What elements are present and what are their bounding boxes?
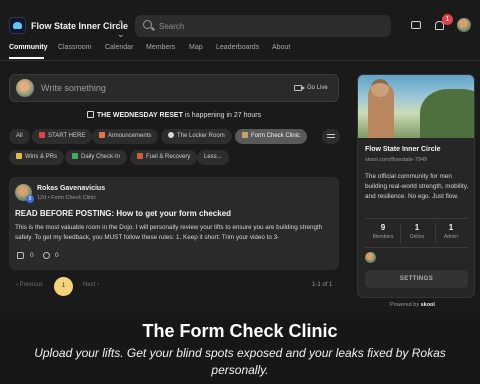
- active-tab-indicator: [9, 57, 44, 59]
- chip-label: The Locker Room: [177, 133, 225, 139]
- top-bar: Flow State Inner Circle ⌃⌄ 1: [0, 0, 480, 40]
- community-logo[interactable]: [9, 17, 26, 34]
- community-description: The official community for men building …: [365, 173, 469, 200]
- avatar[interactable]: [365, 252, 376, 263]
- post-composer[interactable]: Write something Go Live: [9, 74, 339, 102]
- divider: [0, 60, 480, 61]
- powered-by-text: Powered by: [390, 302, 420, 308]
- event-banner[interactable]: THE WEDNESDAY RESET is happening in 27 h…: [0, 111, 348, 119]
- skool-logo[interactable]: skool: [421, 302, 435, 308]
- community-name[interactable]: Flow State Inner Circle: [31, 21, 128, 31]
- nav-tabs: Community Classroom Calendar Members Map…: [0, 40, 480, 60]
- members-label: Members: [372, 234, 394, 240]
- divider: [365, 247, 469, 248]
- community-cover-image: [358, 75, 474, 138]
- category-less-toggle[interactable]: Less...: [197, 150, 229, 165]
- chip-label: Announcements: [108, 133, 152, 139]
- online-label: Online: [409, 234, 425, 240]
- caption-subtitle: Upload your lifts. Get your blind spots …: [34, 346, 446, 377]
- page-1-button[interactable]: 1: [54, 277, 73, 296]
- event-name[interactable]: THE WEDNESDAY RESET: [97, 112, 183, 119]
- post-body: This is the most valuable room in the Do…: [15, 224, 323, 241]
- tab-classroom[interactable]: Classroom: [58, 44, 91, 51]
- search-icon: [143, 20, 152, 29]
- notification-badge: 1: [442, 14, 453, 25]
- powered-by[interactable]: Powered by skool: [390, 302, 435, 308]
- thumbs-up-icon[interactable]: [17, 252, 24, 259]
- category-wins-prs[interactable]: Wins & PRs: [9, 150, 65, 165]
- category-form-check-clinic[interactable]: Form Check Clinic: [235, 129, 308, 144]
- caption-title: The Form Check Clinic: [142, 321, 338, 341]
- level-badge: 8: [26, 195, 34, 203]
- community-url[interactable]: skool.com/flowstate-7949: [365, 157, 427, 163]
- pagination-count: 1-1 of 1: [312, 282, 333, 288]
- clipboard-icon: [242, 132, 248, 138]
- online-count[interactable]: 1: [399, 223, 435, 232]
- go-live-button[interactable]: Go Live: [307, 85, 328, 91]
- switch-community-chevron-icon[interactable]: ⌃ ⌄: [117, 19, 125, 39]
- filter-settings-icon[interactable]: [322, 129, 340, 144]
- speech-bubble-icon: [168, 132, 174, 138]
- pin-icon: [39, 132, 45, 138]
- category-fuel-recovery[interactable]: Fuel & Recovery: [130, 150, 198, 165]
- search-bar[interactable]: [135, 15, 391, 37]
- community-info-card: Flow State Inner Circle skool.com/flowst…: [357, 74, 475, 298]
- members-count[interactable]: 9: [365, 223, 401, 232]
- calendar-icon: [86, 111, 94, 118]
- comment-icon[interactable]: [43, 252, 50, 259]
- trophy-icon: [16, 153, 22, 159]
- megaphone-icon: [99, 132, 105, 138]
- post-author[interactable]: Rokas Gavenavicius: [37, 185, 105, 192]
- cover-head: [371, 79, 389, 97]
- next-page-button[interactable]: Next ›: [83, 282, 99, 288]
- category-announcements[interactable]: Announcements: [92, 129, 159, 144]
- chip-label: START HERE: [48, 133, 86, 139]
- composer-placeholder[interactable]: Write something: [41, 83, 106, 93]
- event-time: is happening in 27 hours: [182, 112, 262, 119]
- tab-members[interactable]: Members: [146, 44, 175, 51]
- divider: [365, 218, 469, 219]
- tab-about[interactable]: About: [272, 44, 290, 51]
- chip-label: Form Check Clinic: [251, 133, 301, 139]
- tab-leaderboards[interactable]: Leaderboards: [216, 44, 259, 51]
- category-locker-room[interactable]: The Locker Room: [161, 129, 232, 144]
- category-daily-check-in[interactable]: Daily Check-In: [65, 150, 128, 165]
- like-count: 0: [30, 252, 34, 259]
- checkbox-icon: [72, 153, 78, 159]
- category-all[interactable]: All: [9, 129, 30, 144]
- post-title[interactable]: READ BEFORE POSTING: How to get your for…: [15, 209, 231, 218]
- chip-label: Daily Check-In: [81, 154, 121, 160]
- post-card[interactable]: 8 Rokas Gavenavicius 12d • Form Check Cl…: [9, 177, 339, 270]
- user-avatar[interactable]: [457, 18, 471, 32]
- comment-count: 0: [55, 252, 59, 259]
- chip-label: Fuel & Recovery: [146, 154, 191, 160]
- card-title: Flow State Inner Circle: [365, 146, 441, 153]
- cover-hill: [420, 89, 474, 138]
- avatar: [16, 79, 34, 97]
- settings-button[interactable]: SETTINGS: [365, 270, 468, 288]
- search-input[interactable]: [159, 18, 379, 34]
- previous-label: Previous: [19, 282, 44, 288]
- chat-icon[interactable]: [411, 21, 421, 29]
- meat-icon: [137, 153, 143, 159]
- previous-page-button[interactable]: ‹ Previous: [16, 282, 43, 288]
- video-camera-icon[interactable]: [294, 85, 305, 91]
- next-label: Next: [83, 282, 96, 288]
- tab-community[interactable]: Community: [9, 44, 48, 51]
- admin-count[interactable]: 1: [433, 223, 469, 232]
- chip-label: Wins & PRs: [25, 154, 58, 160]
- tab-calendar[interactable]: Calendar: [105, 44, 133, 51]
- tab-map[interactable]: Map: [189, 44, 203, 51]
- post-meta: 12d • Form Check Clinic: [37, 195, 97, 201]
- admin-label: Admin: [443, 234, 459, 240]
- category-start-here[interactable]: START HERE: [32, 129, 93, 144]
